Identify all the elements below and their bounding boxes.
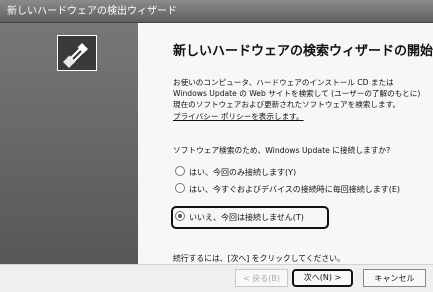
radio-button[interactable] xyxy=(175,211,185,221)
back-button[interactable]: < 戻る(B) xyxy=(235,269,288,287)
radio-yes-always[interactable]: はい、今すぐおよびデバイスの接続時に毎回接続します(E) xyxy=(175,183,400,195)
radio-label: はい、今すぐおよびデバイスの接続時に毎回接続します(E) xyxy=(189,185,401,194)
page-title: 新しいハードウェアの検索ウィザードの開始 xyxy=(173,44,433,59)
cancel-button[interactable]: キャンセル xyxy=(363,269,426,287)
radio-button[interactable] xyxy=(175,166,185,176)
wizard-window: 新しいハードウェアの検出ウィザード 新しいハードウェアの検索ウィザードの開始 お… xyxy=(0,0,433,292)
next-button[interactable]: 次へ(N) > xyxy=(292,269,353,287)
radio-button[interactable] xyxy=(175,183,185,193)
radio-label: いいえ、今回は接続しません(T) xyxy=(189,213,304,222)
wizard-side-panel xyxy=(0,23,138,264)
description-text: お使いのコンピュータ、ハードウェアのインストール CD または Windows … xyxy=(173,78,421,109)
connection-question: ソフトウェア検索のため、Windows Update に接続しますか? xyxy=(173,146,391,155)
wizard-content: 新しいハードウェアの検索ウィザードの開始 お使いのコンピュータ、ハードウェアのイ… xyxy=(138,23,433,264)
hardware-wizard-icon xyxy=(57,35,97,71)
radio-no-connection[interactable]: いいえ、今回は接続しません(T) xyxy=(175,211,304,223)
privacy-policy-link[interactable]: プライバシー ポリシーを表示します。 xyxy=(173,111,304,122)
window-title: 新しいハードウェアの検出ウィザード xyxy=(0,0,433,23)
hardware-icon xyxy=(59,37,95,69)
radio-label: はい、今回のみ接続します(Y) xyxy=(189,168,297,177)
radio-yes-this-time[interactable]: はい、今回のみ接続します(Y) xyxy=(175,166,296,178)
continue-instruction: 続行するには、[次へ] をクリックしてください。 xyxy=(173,254,345,263)
